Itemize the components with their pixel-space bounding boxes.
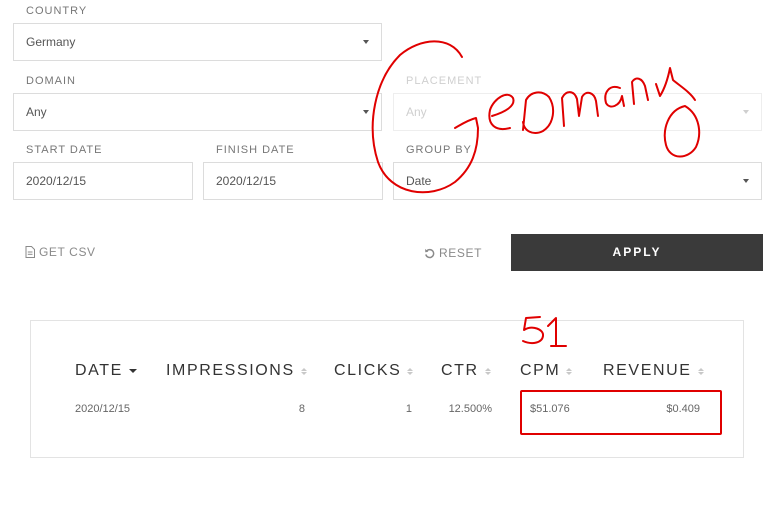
reset-label: RESET — [439, 246, 483, 260]
sort-icon — [300, 367, 307, 375]
column-header-date[interactable]: DATE — [75, 362, 137, 380]
column-header-revenue[interactable]: REVENUE — [603, 362, 704, 380]
report-table: DATE IMPRESSIONS CLICKS CTR CPM REVENUE … — [30, 320, 744, 458]
start-date-value: 2020/12/15 — [26, 174, 87, 188]
sort-icon — [697, 367, 704, 375]
chevron-down-icon — [363, 40, 369, 44]
reset-button[interactable]: RESET — [424, 246, 482, 260]
column-header-cpm[interactable]: CPM — [520, 362, 573, 380]
placement-label: PLACEMENT — [406, 75, 483, 87]
country-label: COUNTRY — [26, 5, 88, 17]
sort-icon — [566, 367, 573, 375]
group-by-select[interactable]: Date — [393, 162, 762, 200]
chevron-down-icon — [363, 110, 369, 114]
placement-select-value: Any — [406, 105, 427, 119]
sort-icon — [484, 367, 491, 375]
column-header-ctr[interactable]: CTR — [441, 362, 491, 380]
domain-select-value: Any — [26, 105, 47, 119]
file-icon — [25, 246, 35, 258]
group-by-select-value: Date — [406, 174, 432, 188]
domain-select[interactable]: Any — [13, 93, 382, 131]
get-csv-button[interactable]: GET CSV — [25, 245, 96, 259]
finish-date-label: FINISH DATE — [216, 144, 295, 156]
group-by-label: GROUP BY — [406, 144, 472, 156]
undo-icon — [425, 248, 435, 258]
get-csv-label: GET CSV — [39, 245, 96, 259]
column-header-impressions[interactable]: IMPRESSIONS — [166, 362, 307, 380]
finish-date-value: 2020/12/15 — [216, 174, 277, 188]
chevron-down-icon — [743, 110, 749, 114]
sort-icon — [407, 367, 414, 375]
placement-select: Any — [393, 93, 762, 131]
cell-ctr: 12.500% — [448, 403, 492, 415]
cell-cpm: $51.076 — [530, 403, 570, 415]
cell-date: 2020/12/15 — [75, 403, 131, 415]
apply-button[interactable]: APPLY — [511, 234, 763, 271]
country-select[interactable]: Germany — [13, 23, 382, 61]
cell-impressions: 8 — [298, 403, 305, 415]
finish-date-input[interactable]: 2020/12/15 — [203, 162, 383, 200]
start-date-label: START DATE — [26, 144, 103, 156]
cell-revenue: $0.409 — [666, 403, 700, 415]
cell-clicks: 1 — [405, 403, 412, 415]
domain-label: DOMAIN — [26, 75, 76, 87]
column-header-clicks[interactable]: CLICKS — [334, 362, 414, 380]
start-date-input[interactable]: 2020/12/15 — [13, 162, 193, 200]
country-select-value: Germany — [26, 35, 76, 49]
sort-desc-icon — [128, 369, 137, 373]
chevron-down-icon — [743, 179, 749, 183]
